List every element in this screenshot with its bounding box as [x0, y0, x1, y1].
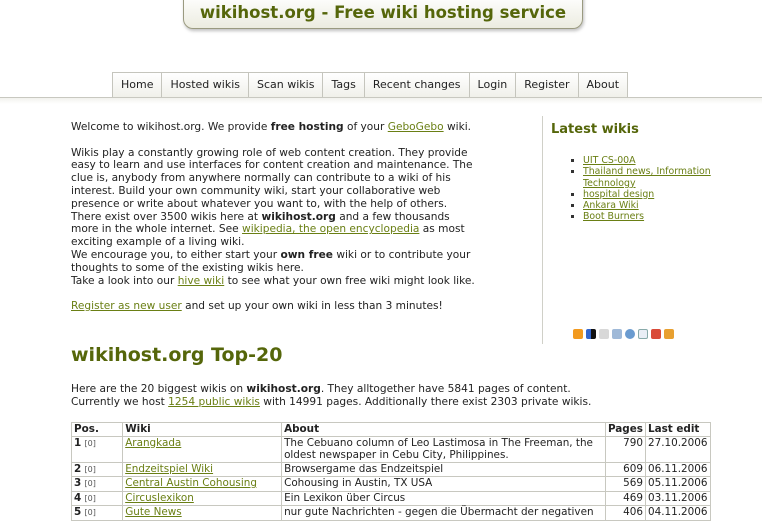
delicious-icon[interactable] [586, 329, 596, 339]
public-wikis-link[interactable]: 1254 public wikis [168, 396, 260, 408]
top20-title: wikihost.org Top-20 [71, 344, 283, 366]
hive-wiki-link[interactable]: hive wiki [178, 275, 225, 287]
list-item: hospital design [583, 189, 762, 200]
intro-paragraph-1: Welcome to wikihost.org. We provide free… [71, 121, 472, 133]
top20-table: Pos. Wiki About Pages Last edit 1 [0] Ar… [70, 422, 712, 521]
tab-register[interactable]: Register [515, 72, 579, 97]
column-header-pages: Pages [604, 422, 646, 437]
pages-cell: 569 [604, 476, 646, 492]
latest-wikis-list: UIT CS-00A Thailand news, Information Te… [543, 155, 762, 223]
pages-cell: 469 [604, 490, 646, 506]
table-row: 4 [0] Circuslexikon Ein Lexikon über Cir… [70, 490, 712, 506]
latest-wiki-link[interactable]: Boot Burners [583, 211, 644, 222]
furl-icon[interactable] [612, 329, 622, 339]
tab-hosted-wikis[interactable]: Hosted wikis [161, 72, 249, 97]
wiki-link[interactable]: Circuslexikon [125, 492, 194, 504]
latest-wiki-link[interactable]: Thailand news, Information Technology [583, 166, 711, 188]
column-header-about: About [281, 422, 606, 437]
wiki-link[interactable]: Arangkada [125, 437, 181, 449]
latest-wikis-heading: Latest wikis [551, 122, 639, 137]
last-edit-cell: 03.11.2006 [644, 490, 712, 506]
wiki-link[interactable]: Central Austin Cohousing [125, 477, 257, 489]
last-edit-cell: 05.11.2006 [644, 476, 712, 492]
site-title: wikihost.org - Free wiki hosting service [199, 3, 567, 22]
about-cell: Ein Lexikon über Circus [281, 490, 606, 506]
list-item: UIT CS-00A [583, 155, 762, 166]
latest-wikis-sidebar: Latest wikis UIT CS-00A Thailand news, I… [542, 116, 762, 344]
wiki-cell: Circuslexikon [122, 490, 283, 506]
gebogebo-link[interactable]: GeboGebo [388, 121, 444, 133]
wiki-link[interactable]: Endzeitspiel Wiki [125, 463, 213, 475]
table-row: 2 [0] Endzeitspiel Wiki Browsergame das … [70, 461, 712, 477]
list-item: Ankara Wiki [583, 200, 762, 211]
nav-tabs: Home Hosted wikis Scan wikis Tags Recent… [112, 72, 629, 98]
wiki-cell: Central Austin Cohousing [122, 476, 283, 492]
intro-text: Welcome to wikihost.org. We provide free… [71, 121, 476, 326]
column-header-last-edit: Last edit [644, 422, 712, 437]
pos-cell: 1 [0] [70, 435, 124, 463]
technorati-icon[interactable] [664, 329, 674, 339]
about-cell: Browsergame das Endzeitspiel [281, 461, 606, 477]
tab-scan-wikis[interactable]: Scan wikis [248, 72, 324, 97]
blinklist-icon[interactable] [625, 329, 635, 339]
nav-divider [0, 97, 762, 104]
tab-tags[interactable]: Tags [322, 72, 365, 97]
top20-intro: Here are the 20 biggest wikis on wikihos… [71, 383, 592, 408]
pages-cell: 790 [604, 435, 646, 463]
about-cell: The Cebuano column of Leo Lastimosa in T… [281, 435, 606, 463]
tab-login[interactable]: Login [468, 72, 517, 97]
pages-cell: 609 [604, 461, 646, 477]
latest-wiki-link[interactable]: hospital design [583, 189, 654, 200]
latest-wiki-link[interactable]: UIT CS-00A [583, 155, 636, 166]
digg-icon[interactable] [599, 329, 609, 339]
wiki-cell: Arangkada [122, 435, 283, 463]
list-item: Boot Burners [583, 211, 762, 222]
wiki-cell: Endzeitspiel Wiki [122, 461, 283, 477]
tab-recent-changes[interactable]: Recent changes [363, 72, 470, 97]
last-edit-cell: 27.10.2006 [644, 435, 712, 463]
site-title-box: wikihost.org - Free wiki hosting service [183, 0, 583, 29]
latest-wiki-link[interactable]: Ankara Wiki [583, 200, 639, 211]
intro-paragraph-3: Register as new user and set up your own… [71, 300, 443, 313]
tab-home[interactable]: Home [112, 72, 163, 97]
wikipedia-link[interactable]: wikipedia, the open encyclopedia [242, 223, 419, 235]
list-item: Thailand news, Information Technology [583, 166, 762, 189]
social-bookmark-icons [573, 329, 674, 339]
pos-cell: 3 [0] [70, 476, 124, 492]
rss-icon[interactable] [573, 329, 583, 339]
column-header-pos: Pos. [70, 422, 124, 437]
table-header-row: Pos. Wiki About Pages Last edit [70, 422, 712, 437]
register-link[interactable]: Register as new user [71, 300, 182, 312]
table-row: 1 [0] Arangkada The Cebuano column of Le… [70, 435, 712, 463]
pos-cell: 4 [0] [70, 490, 124, 506]
pos-cell: 2 [0] [70, 461, 124, 477]
intro-paragraph-2: Wikis play a constantly growing role of … [71, 146, 475, 287]
tab-about[interactable]: About [577, 72, 629, 97]
column-header-wiki: Wiki [122, 422, 283, 437]
about-cell: Cohousing in Austin, TX USA [281, 476, 606, 492]
yahoo-icon[interactable] [651, 329, 661, 339]
table-row: 3 [0] Central Austin Cohousing Cohousing… [70, 476, 712, 492]
last-edit-cell: 06.11.2006 [644, 461, 712, 477]
reddit-icon[interactable] [638, 329, 648, 339]
